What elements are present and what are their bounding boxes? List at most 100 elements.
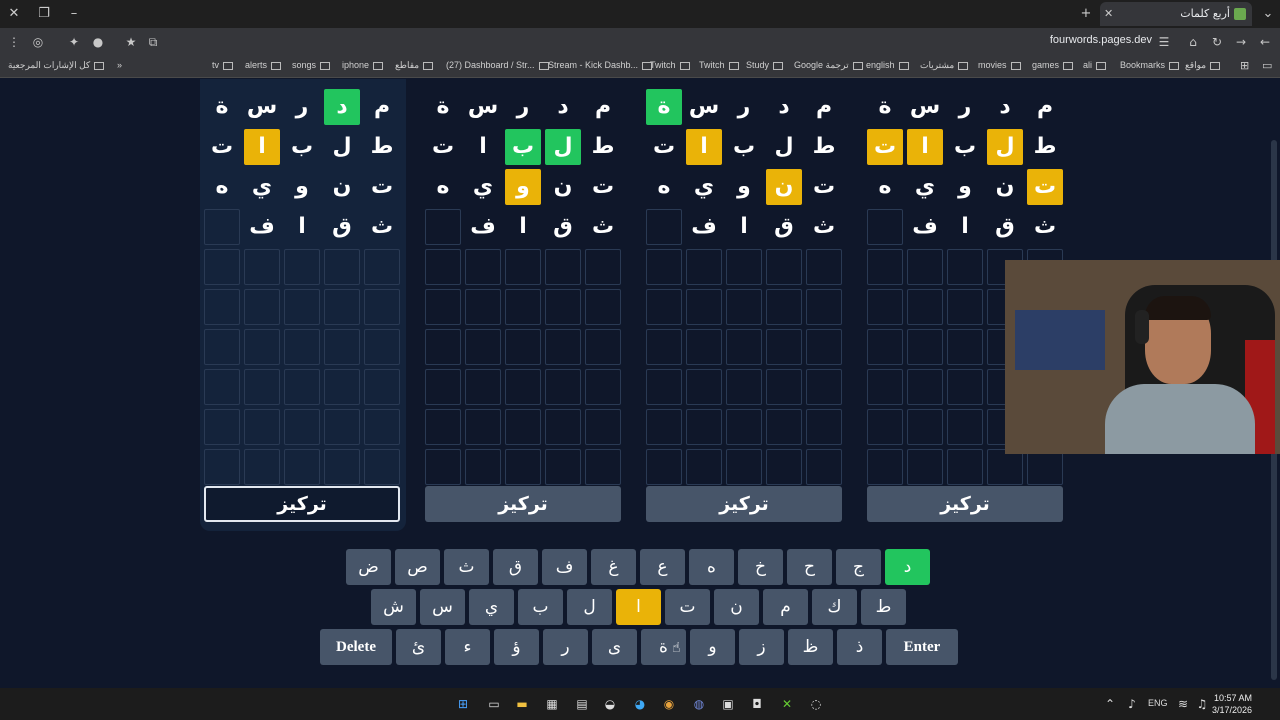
apps-icon[interactable]: ⊞ — [1240, 59, 1256, 75]
reload-icon[interactable]: ↻ — [1209, 34, 1225, 50]
letter-key[interactable]: ق — [493, 549, 538, 585]
letter-key[interactable]: ذ — [837, 629, 882, 665]
wifi-icon[interactable]: ≋ — [1175, 696, 1191, 712]
bookmark-item[interactable]: Google ترجمة — [794, 60, 863, 71]
bookmark-item[interactable]: Stream - Kick Dashb... — [548, 60, 653, 70]
start-icon[interactable]: ⊞ — [455, 696, 471, 712]
letter-key[interactable]: ؤ — [494, 629, 539, 665]
bookmark-item[interactable]: movies — [978, 60, 1021, 70]
bookmark-star-icon[interactable]: ★ — [123, 34, 139, 50]
delete-key[interactable]: Delete — [320, 629, 392, 665]
tray-overflow-icon[interactable]: ⌃ — [1102, 696, 1118, 712]
letter-key[interactable]: د — [885, 549, 930, 585]
discord-icon[interactable]: ◍ — [691, 696, 707, 712]
volume-icon[interactable]: ♫ — [1194, 696, 1210, 712]
language-indicator[interactable]: ENG — [1148, 698, 1168, 708]
letter-key[interactable]: ي — [469, 589, 514, 625]
letter-key[interactable]: ر — [543, 629, 588, 665]
tab-search-icon[interactable]: ⌄ — [1258, 4, 1278, 24]
letter-key[interactable]: ء — [445, 629, 490, 665]
letter-key[interactable]: ع — [640, 549, 685, 585]
reading-list-icon[interactable]: ▭ — [1262, 59, 1278, 75]
bookmark-item[interactable]: مقاطع — [395, 60, 434, 71]
bookmark-item[interactable]: alerts — [245, 60, 282, 70]
bookmark-item[interactable]: songs — [292, 60, 331, 70]
letter-key[interactable]: ف — [542, 549, 587, 585]
back-icon[interactable]: ← — [1257, 34, 1273, 50]
store-icon[interactable]: ▦ — [544, 696, 560, 712]
letter-key[interactable]: ص — [395, 549, 440, 585]
close-tab-icon[interactable]: ✕ — [1104, 2, 1113, 26]
letter-key[interactable]: ش — [371, 589, 416, 625]
focus-button[interactable]: تركيز — [204, 486, 400, 522]
system-clock[interactable]: 10:57 AM 3/17/2026 — [1212, 692, 1252, 716]
letter-key[interactable]: ب — [518, 589, 563, 625]
address-bar[interactable]: fourwords.pages.dev — [1040, 34, 1152, 46]
bookmark-item[interactable]: Twitch — [650, 60, 690, 70]
letter-key[interactable]: ه — [689, 549, 734, 585]
letter-key[interactable]: ط — [861, 589, 906, 625]
chrome-icon[interactable]: ◉ — [661, 696, 677, 712]
letter-key[interactable]: ئ — [396, 629, 441, 665]
letter-key[interactable]: ك — [812, 589, 857, 625]
letter-key[interactable]: ث — [444, 549, 489, 585]
restore-window-icon[interactable]: ❐ — [34, 4, 54, 24]
letter-key[interactable]: ا — [616, 589, 661, 625]
enter-key[interactable]: Enter — [886, 629, 958, 665]
focus-button[interactable]: تركيز — [425, 486, 621, 522]
more-bookmarks-icon[interactable]: » — [117, 60, 122, 70]
focus-button[interactable]: تركيز — [646, 486, 842, 522]
letter-key[interactable]: و — [690, 629, 735, 665]
xbox-icon[interactable]: ✕ — [779, 696, 795, 712]
bookmark-item[interactable]: Study — [746, 60, 784, 70]
letter-key[interactable]: ز — [739, 629, 784, 665]
letter-key[interactable]: خ — [738, 549, 783, 585]
letter-key[interactable]: غ — [591, 549, 636, 585]
bookmark-item[interactable]: tv — [212, 60, 234, 70]
word-board-1[interactable]: م د ر س ة ط ل ب ا ت ت ن و ي ه ث ق ا ف تركيز — [200, 79, 406, 531]
word-board-3[interactable]: م د ر س ة ط ل ب ا ت ت ن و ي ه ث ق ا ف تركيز — [642, 79, 848, 531]
letter-key[interactable]: س — [420, 589, 465, 625]
app-icon[interactable]: ▣ — [720, 696, 736, 712]
home-icon[interactable]: ⌂ — [1185, 34, 1201, 50]
bookmark-item[interactable]: مشتريات — [920, 60, 969, 71]
site-settings-icon[interactable]: ☰ — [1156, 34, 1172, 50]
close-window-icon[interactable]: ✕ — [4, 4, 24, 24]
focus-button[interactable]: تركيز — [867, 486, 1063, 522]
all-bookmarks[interactable]: كل الإشارات المرجعية — [8, 60, 105, 71]
new-tab-icon[interactable]: + — [1076, 4, 1096, 24]
bookmark-item[interactable]: ali — [1083, 60, 1107, 70]
bookmark-item[interactable]: Twitch — [699, 60, 739, 70]
letter-key[interactable]: ح — [787, 549, 832, 585]
bookmark-item[interactable]: iphone — [342, 60, 384, 70]
letter-key[interactable]: ج — [836, 549, 881, 585]
bookmark-item[interactable]: games — [1032, 60, 1074, 70]
obs-icon[interactable]: ◘ — [749, 696, 765, 712]
letter-key[interactable]: ى — [592, 629, 637, 665]
letter-key[interactable]: ل — [567, 589, 612, 625]
extension-icon[interactable]: ● — [90, 34, 106, 50]
menu-icon[interactable]: ⋮ — [6, 34, 22, 50]
bookmark-item[interactable]: Bookmarks — [1120, 60, 1180, 70]
edge-icon[interactable]: ◕ — [632, 696, 648, 712]
minimize-window-icon[interactable]: – — [64, 4, 84, 24]
profile-icon[interactable]: ◎ — [30, 34, 46, 50]
letter-key[interactable]: ن — [714, 589, 759, 625]
bookmark-item[interactable]: english — [866, 60, 909, 70]
word-board-2[interactable]: م د ر س ة ط ل ب ا ت ت ن و ي ه ث ق ا ف تركيز — [421, 79, 627, 531]
calculator-icon[interactable]: ▤ — [574, 696, 590, 712]
bookmark-item[interactable]: (27) Dashboard / Str... — [446, 60, 549, 70]
letter-key[interactable]: م — [763, 589, 808, 625]
letter-key[interactable]: ت — [665, 589, 710, 625]
letter-key[interactable]: ظ — [788, 629, 833, 665]
bookmark-item[interactable]: مواقع — [1185, 60, 1221, 71]
app2-icon[interactable]: ◌ — [808, 696, 824, 712]
browser-tab[interactable]: ✕ أربع كلمات — [1100, 2, 1252, 26]
forward-icon[interactable]: → — [1233, 34, 1249, 50]
install-app-icon[interactable]: ⧉ — [145, 34, 161, 50]
file-explorer-icon[interactable]: ▬ — [514, 696, 530, 712]
task-view-icon[interactable]: ▭ — [486, 696, 502, 712]
letter-key[interactable]: ض — [346, 549, 391, 585]
extensions-icon[interactable]: ✦ — [66, 34, 82, 50]
steam-icon[interactable]: ◒ — [602, 696, 618, 712]
